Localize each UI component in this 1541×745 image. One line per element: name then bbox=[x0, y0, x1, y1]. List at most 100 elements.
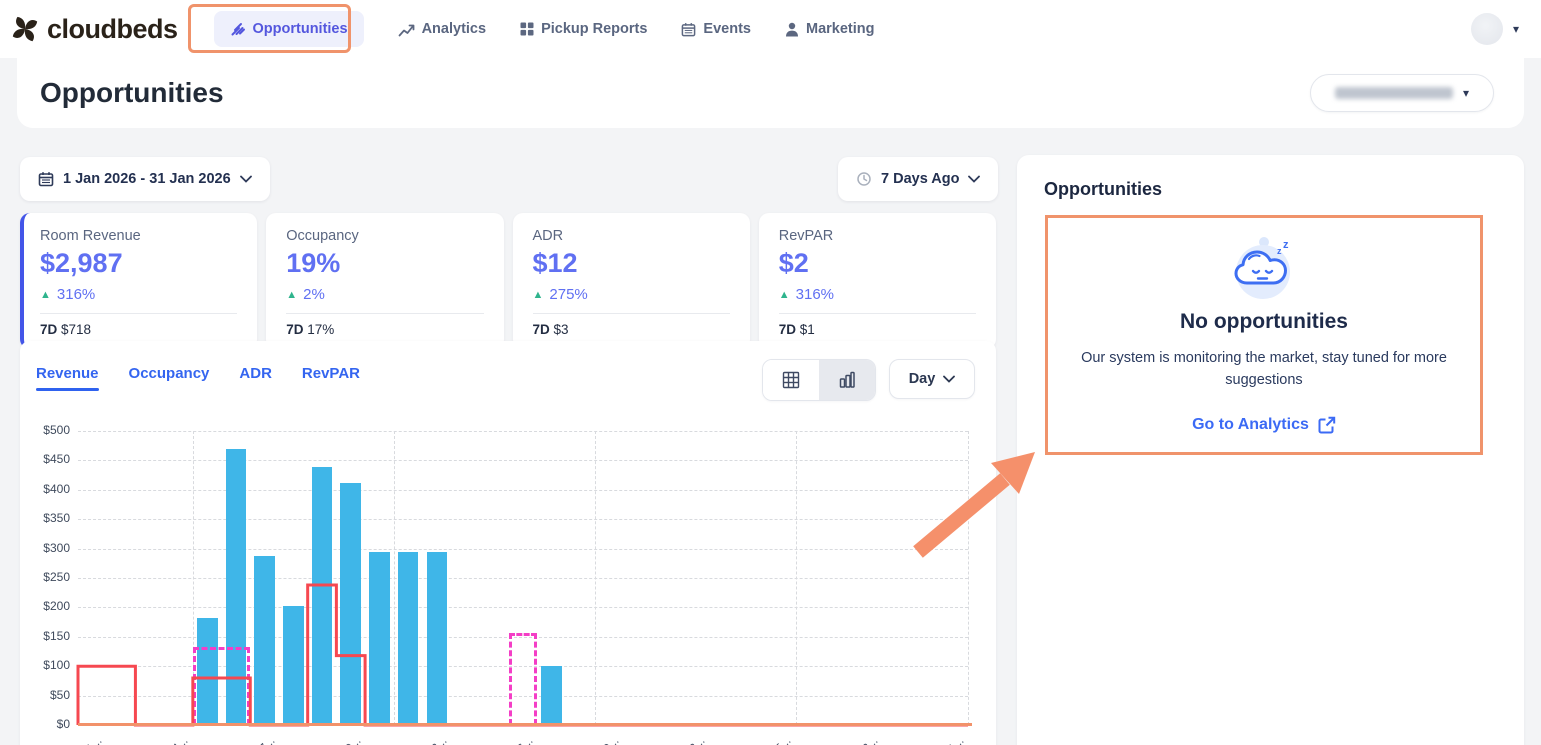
cloudbeds-pinwheel-icon bbox=[10, 14, 40, 44]
avatar-caret-down-icon[interactable]: ▾ bbox=[1513, 22, 1519, 36]
brand-name: cloudbeds bbox=[47, 14, 178, 45]
avatar[interactable] bbox=[1471, 13, 1503, 45]
y-axis-tick-label: $200 bbox=[22, 599, 70, 613]
x-axis-baseline bbox=[78, 723, 972, 726]
chevron-down-icon bbox=[943, 375, 955, 383]
empty-state-message: Our system is monitoring the market, sta… bbox=[1068, 347, 1460, 392]
y-axis-tick-label: $300 bbox=[22, 541, 70, 555]
kpi-label: Room Revenue bbox=[40, 228, 237, 244]
comparison-label: 7 Days Ago bbox=[881, 171, 959, 187]
opportunities-panel: Opportunities z z No opportunities Our s… bbox=[1017, 155, 1524, 745]
y-axis-tick-label: $100 bbox=[22, 658, 70, 672]
tab-revenue[interactable]: Revenue bbox=[36, 365, 99, 391]
x-axis-tick-label: 1... bbox=[33, 735, 105, 745]
y-axis-tick-label: $400 bbox=[22, 482, 70, 496]
delta-up-triangle-icon: ▲ bbox=[286, 289, 297, 301]
nav-item-marketing[interactable]: Marketing bbox=[785, 21, 875, 37]
go-to-analytics-link[interactable]: Go to Analytics bbox=[1192, 416, 1336, 434]
empty-state-title: No opportunities bbox=[1180, 310, 1348, 334]
kpi-seven-day: 7D $3 bbox=[533, 322, 730, 337]
x-axis-tick-label: 4... bbox=[119, 735, 191, 745]
events-icon bbox=[681, 22, 696, 37]
kpi-seven-day: 7D $718 bbox=[40, 322, 237, 337]
comparison-period-dropdown[interactable]: 7 Days Ago bbox=[838, 157, 998, 201]
blurred-property-name bbox=[1335, 87, 1453, 99]
chevron-down-icon bbox=[240, 175, 252, 183]
x-axis-tick-label: 10... bbox=[291, 735, 363, 745]
page-title: Opportunities bbox=[40, 77, 224, 109]
kpi-cards-row: Room Revenue$2,987▲316%7D $718Occupancy1… bbox=[20, 213, 996, 349]
comparison-step-line bbox=[78, 431, 968, 725]
kpi-card-occupancy[interactable]: Occupancy19%▲2%7D 17% bbox=[266, 213, 503, 349]
kpi-delta: 2% bbox=[303, 286, 325, 303]
y-axis-tick-label: $350 bbox=[22, 511, 70, 525]
table-view-icon bbox=[782, 371, 800, 389]
x-gridline bbox=[968, 431, 969, 725]
analytics-icon bbox=[398, 22, 415, 37]
tab-adr[interactable]: ADR bbox=[239, 365, 272, 391]
chevron-down-icon bbox=[968, 175, 980, 183]
kpi-seven-day: 7D $1 bbox=[779, 322, 976, 337]
x-axis-tick-label: 31... bbox=[894, 735, 966, 745]
date-range-label: 1 Jan 2026 - 31 Jan 2026 bbox=[63, 171, 231, 187]
y-axis-tick-label: $450 bbox=[22, 452, 70, 466]
tab-occupancy[interactable]: Occupancy bbox=[129, 365, 210, 391]
chart-metric-tabs: Revenue Occupancy ADR RevPAR bbox=[36, 365, 360, 391]
kpi-value: $2 bbox=[779, 248, 976, 279]
kpi-label: RevPAR bbox=[779, 228, 976, 244]
x-axis-tick-label: 28... bbox=[808, 735, 880, 745]
kpi-label: ADR bbox=[533, 228, 730, 244]
sleeping-cloud-icon: z z bbox=[1225, 234, 1303, 300]
kpi-label: Occupancy bbox=[286, 228, 483, 244]
history-clock-icon bbox=[856, 171, 872, 187]
interval-label: Day bbox=[909, 371, 936, 387]
x-axis-tick-label: 19... bbox=[549, 735, 621, 745]
y-axis-tick-label: $500 bbox=[22, 423, 70, 437]
bar-chart-view-icon bbox=[838, 371, 856, 389]
nav-item-analytics[interactable]: Analytics bbox=[398, 21, 486, 37]
y-axis-tick-label: $50 bbox=[22, 688, 70, 702]
y-axis-tick-label: $250 bbox=[22, 570, 70, 584]
x-axis-tick-label: 7... bbox=[205, 735, 277, 745]
tab-revpar[interactable]: RevPAR bbox=[302, 365, 360, 391]
nav-item-label: Analytics bbox=[422, 21, 486, 37]
kpi-card-room-revenue[interactable]: Room Revenue$2,987▲316%7D $718 bbox=[20, 213, 257, 349]
cloudbeds-logo[interactable]: cloudbeds bbox=[10, 14, 178, 45]
kpi-value: $12 bbox=[533, 248, 730, 279]
calendar-icon bbox=[38, 171, 54, 187]
kpi-card-adr[interactable]: ADR $12 ▲ 275% 7D $3 bbox=[513, 213, 750, 349]
kpi-seven-day: 7D 17% bbox=[286, 322, 483, 337]
external-link-icon bbox=[1318, 416, 1336, 434]
nav-item-opportunities[interactable]: Opportunities bbox=[214, 11, 364, 47]
delta-up-triangle-icon: ▲ bbox=[779, 289, 790, 301]
kpi-card-revpar[interactable]: RevPAR $2 ▲ 316% 7D $1 bbox=[759, 213, 996, 349]
y-axis-tick-label: $150 bbox=[22, 629, 70, 643]
nav-item-pickup-reports[interactable]: Pickup Reports bbox=[520, 21, 647, 37]
table-view-button[interactable] bbox=[763, 360, 819, 400]
x-axis-tick-label: 25... bbox=[722, 735, 794, 745]
revenue-bar-chart: $0$50$100$150$200$250$300$350$400$450$50… bbox=[78, 431, 968, 725]
chart-card: Revenue Occupancy ADR RevPAR bbox=[20, 341, 996, 745]
go-to-analytics-label: Go to Analytics bbox=[1192, 416, 1309, 434]
kpi-value: $2,987 bbox=[40, 248, 237, 279]
opportunities-panel-title: Opportunities bbox=[1044, 179, 1524, 200]
delta-up-triangle-icon: ▲ bbox=[533, 289, 544, 301]
page-header: Opportunities ▾ bbox=[17, 58, 1524, 128]
nav-item-label: Marketing bbox=[806, 21, 875, 37]
svg-text:z: z bbox=[1277, 246, 1282, 256]
x-axis-tick-label: 13... bbox=[377, 735, 449, 745]
nav-item-events[interactable]: Events bbox=[681, 21, 751, 37]
date-range-picker[interactable]: 1 Jan 2026 - 31 Jan 2026 bbox=[20, 157, 270, 201]
view-toggle bbox=[762, 359, 876, 401]
delta-up-triangle-icon: ▲ bbox=[40, 289, 51, 301]
property-selector-dropdown[interactable]: ▾ bbox=[1310, 74, 1494, 112]
top-navbar: cloudbeds Opportunities Analytics Pickup R… bbox=[0, 0, 1541, 58]
kpi-delta: 316% bbox=[796, 286, 834, 303]
nav-item-label: Opportunities bbox=[253, 21, 348, 37]
kpi-delta: 275% bbox=[549, 286, 587, 303]
chevron-down-icon: ▾ bbox=[1463, 86, 1469, 100]
interval-dropdown[interactable]: Day bbox=[889, 359, 975, 399]
bar-chart-view-button[interactable] bbox=[819, 360, 875, 400]
marketing-icon bbox=[785, 22, 799, 37]
x-axis-tick-label: 22... bbox=[636, 735, 708, 745]
